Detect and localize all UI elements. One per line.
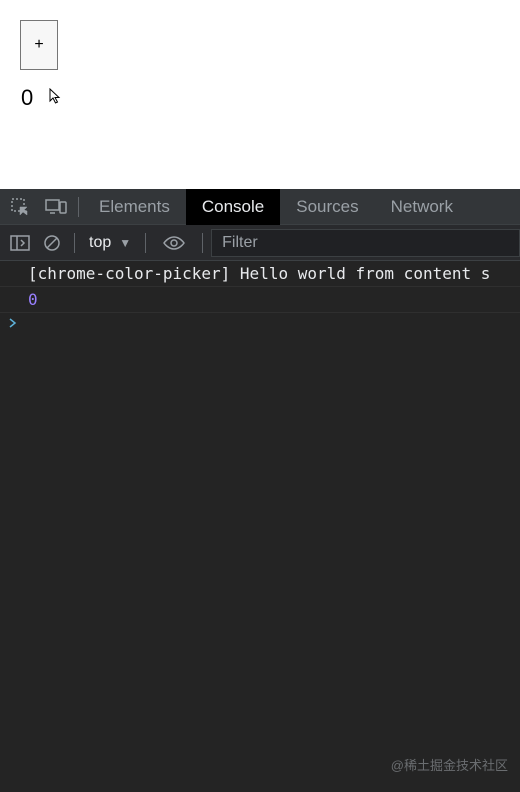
filter-input[interactable] (211, 229, 520, 257)
tab-elements[interactable]: Elements (83, 189, 186, 225)
console-log-line: [chrome-color-picker] Hello world from c… (0, 261, 520, 287)
live-expression-icon[interactable] (160, 229, 188, 257)
webpage-area: + 0 (0, 0, 520, 189)
tab-console[interactable]: Console (186, 189, 280, 225)
chevron-down-icon: ▼ (119, 236, 131, 250)
clear-console-icon[interactable] (38, 229, 66, 257)
increment-button[interactable]: + (20, 20, 58, 70)
console-toolbar: top ▼ (0, 225, 520, 261)
separator (145, 233, 146, 253)
console-output: [chrome-color-picker] Hello world from c… (0, 261, 520, 792)
inspect-icon[interactable] (2, 189, 38, 225)
device-toolbar-icon[interactable] (38, 189, 74, 225)
tab-sources[interactable]: Sources (280, 189, 374, 225)
devtools-tab-bar: Elements Console Sources Network (0, 189, 520, 225)
devtools-panel: Elements Console Sources Network top ▼ (0, 189, 520, 792)
context-label: top (89, 234, 111, 252)
separator (78, 197, 79, 217)
context-selector[interactable]: top ▼ (83, 234, 137, 252)
console-prompt[interactable] (0, 313, 520, 335)
separator (202, 233, 203, 253)
tab-network[interactable]: Network (375, 189, 469, 225)
watermark: @稀土掘金技术社区 (391, 755, 508, 774)
console-log-line: 0 (0, 287, 520, 313)
separator (74, 233, 75, 253)
sidebar-toggle-icon[interactable] (6, 229, 34, 257)
counter-display: 0 (21, 85, 500, 111)
prompt-icon (8, 318, 18, 328)
